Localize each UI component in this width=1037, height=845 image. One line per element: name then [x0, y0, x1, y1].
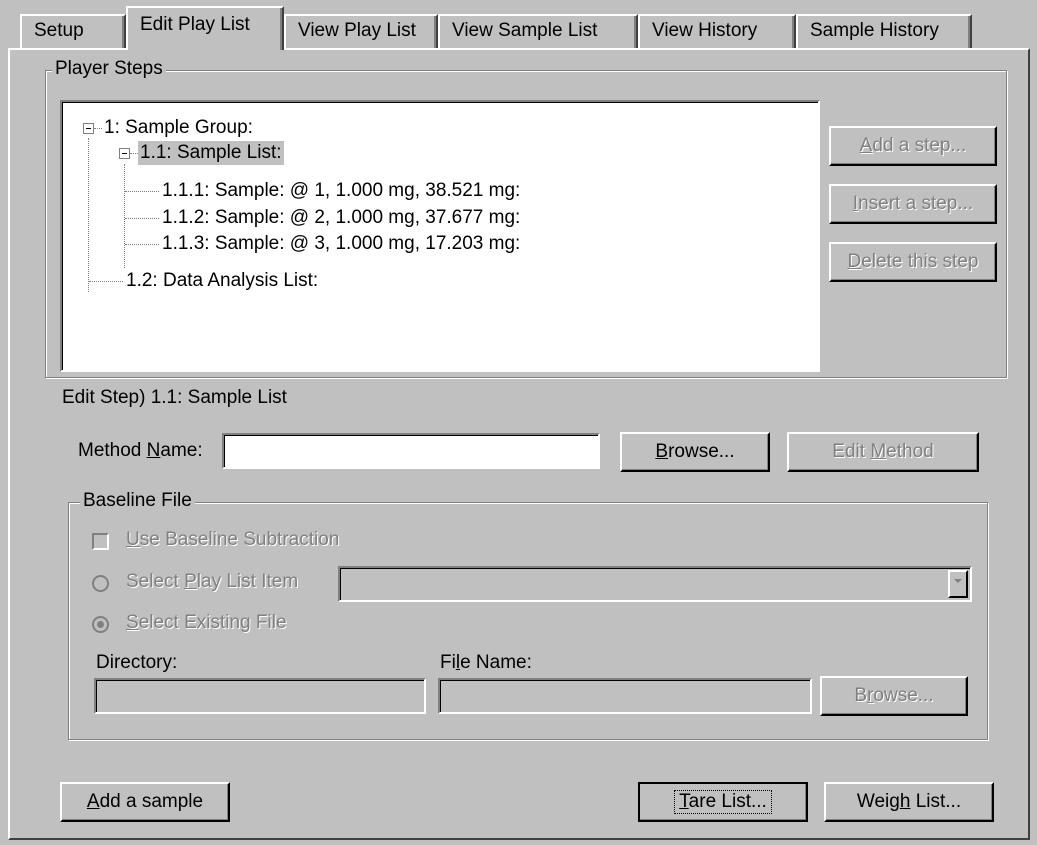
tab-label: Edit Play List — [140, 14, 250, 35]
tree-line — [94, 128, 102, 129]
select-existing-file-label: Select Existing File — [126, 612, 287, 633]
tree-node-sample-3[interactable]: 1.1.3: Sample: @ 3, 1.000 mg, 17.203 mg: — [160, 232, 522, 256]
add-sample-button[interactable]: Add a sample — [60, 782, 230, 822]
tab-view-history[interactable]: View History — [638, 14, 796, 49]
tab-label: View Sample List — [452, 20, 598, 41]
tab-setup[interactable]: Setup — [20, 14, 126, 49]
edit-method-button[interactable]: Edit Method — [787, 432, 979, 472]
tab-edit-play-list[interactable]: Edit Play List — [126, 6, 284, 50]
tare-list-button[interactable]: Tare List... — [638, 782, 808, 822]
select-play-list-item-label: Select Play List Item — [126, 571, 299, 592]
tab-label: Setup — [34, 20, 84, 41]
select-play-list-item-radio[interactable] — [92, 575, 109, 592]
use-baseline-subtraction-label: Use Baseline Subtraction — [126, 529, 340, 550]
baseline-file-label: Baseline File — [80, 490, 195, 512]
method-name-input[interactable] — [222, 433, 600, 469]
button-label: Browse... — [655, 441, 735, 462]
tree-line — [130, 153, 138, 154]
button-label: Insert a step... — [852, 193, 974, 214]
button-label: Weigh List... — [856, 791, 962, 812]
browse-baseline-button[interactable]: Browse... — [820, 676, 968, 716]
tree-node-sample-2[interactable]: 1.1.2: Sample: @ 2, 1.000 mg, 37.677 mg: — [160, 206, 522, 230]
button-label: Browse... — [854, 685, 934, 706]
method-name-label: Method Name: — [78, 440, 203, 461]
tree-node-sample-1[interactable]: 1.1.1: Sample: @ 1, 1.000 mg, 38.521 mg: — [160, 179, 522, 203]
button-label: Delete this step — [847, 251, 979, 272]
button-label: Add a sample — [86, 791, 204, 812]
tree-node-sample-group[interactable]: 1: Sample Group: — [102, 116, 255, 140]
file-name-input[interactable] — [438, 678, 812, 714]
tree-line — [89, 281, 123, 282]
collapse-icon[interactable] — [119, 148, 130, 159]
file-name-label: File Name: — [440, 652, 532, 673]
tab-label: Sample History — [810, 20, 939, 41]
player-steps-tree[interactable]: 1: Sample Group: 1.1: Sample List: 1.1.1… — [60, 100, 820, 372]
tab-label: View Play List — [298, 20, 416, 41]
tab-view-sample-list[interactable]: View Sample List — [438, 14, 638, 49]
tree-node-data-analysis-list[interactable]: 1.2: Data Analysis List: — [124, 269, 320, 293]
tree-line — [124, 164, 125, 268]
use-baseline-subtraction-checkbox[interactable] — [92, 533, 109, 550]
tree-line — [125, 244, 159, 245]
button-label: Add a step... — [859, 135, 967, 156]
tab-label: View History — [652, 20, 758, 41]
tab-view-play-list[interactable]: View Play List — [284, 14, 438, 49]
weigh-list-button[interactable]: Weigh List... — [824, 782, 994, 822]
browse-method-button[interactable]: Browse... — [620, 432, 770, 472]
button-label: Tare List... — [674, 790, 772, 814]
insert-step-button[interactable]: Insert a step... — [829, 184, 997, 224]
tree-line — [88, 138, 89, 292]
chevron-down-icon[interactable] — [948, 570, 968, 598]
collapse-icon[interactable] — [83, 123, 94, 134]
tab-sample-history[interactable]: Sample History — [796, 14, 972, 49]
delete-step-button[interactable]: Delete this step — [829, 242, 997, 282]
tree-line — [125, 218, 159, 219]
player-steps-label: Player Steps — [52, 58, 166, 80]
edit-step-title: Edit Step) 1.1: Sample List — [62, 387, 287, 408]
tree-line — [125, 191, 159, 192]
play-list-item-dropdown[interactable] — [338, 566, 972, 602]
add-step-button[interactable]: Add a step... — [829, 126, 997, 166]
tree-node-sample-list[interactable]: 1.1: Sample List: — [138, 141, 284, 165]
directory-input[interactable] — [94, 678, 426, 714]
button-label: Edit Method — [832, 441, 934, 462]
directory-label: Directory: — [96, 652, 178, 673]
select-existing-file-radio[interactable] — [92, 616, 109, 633]
